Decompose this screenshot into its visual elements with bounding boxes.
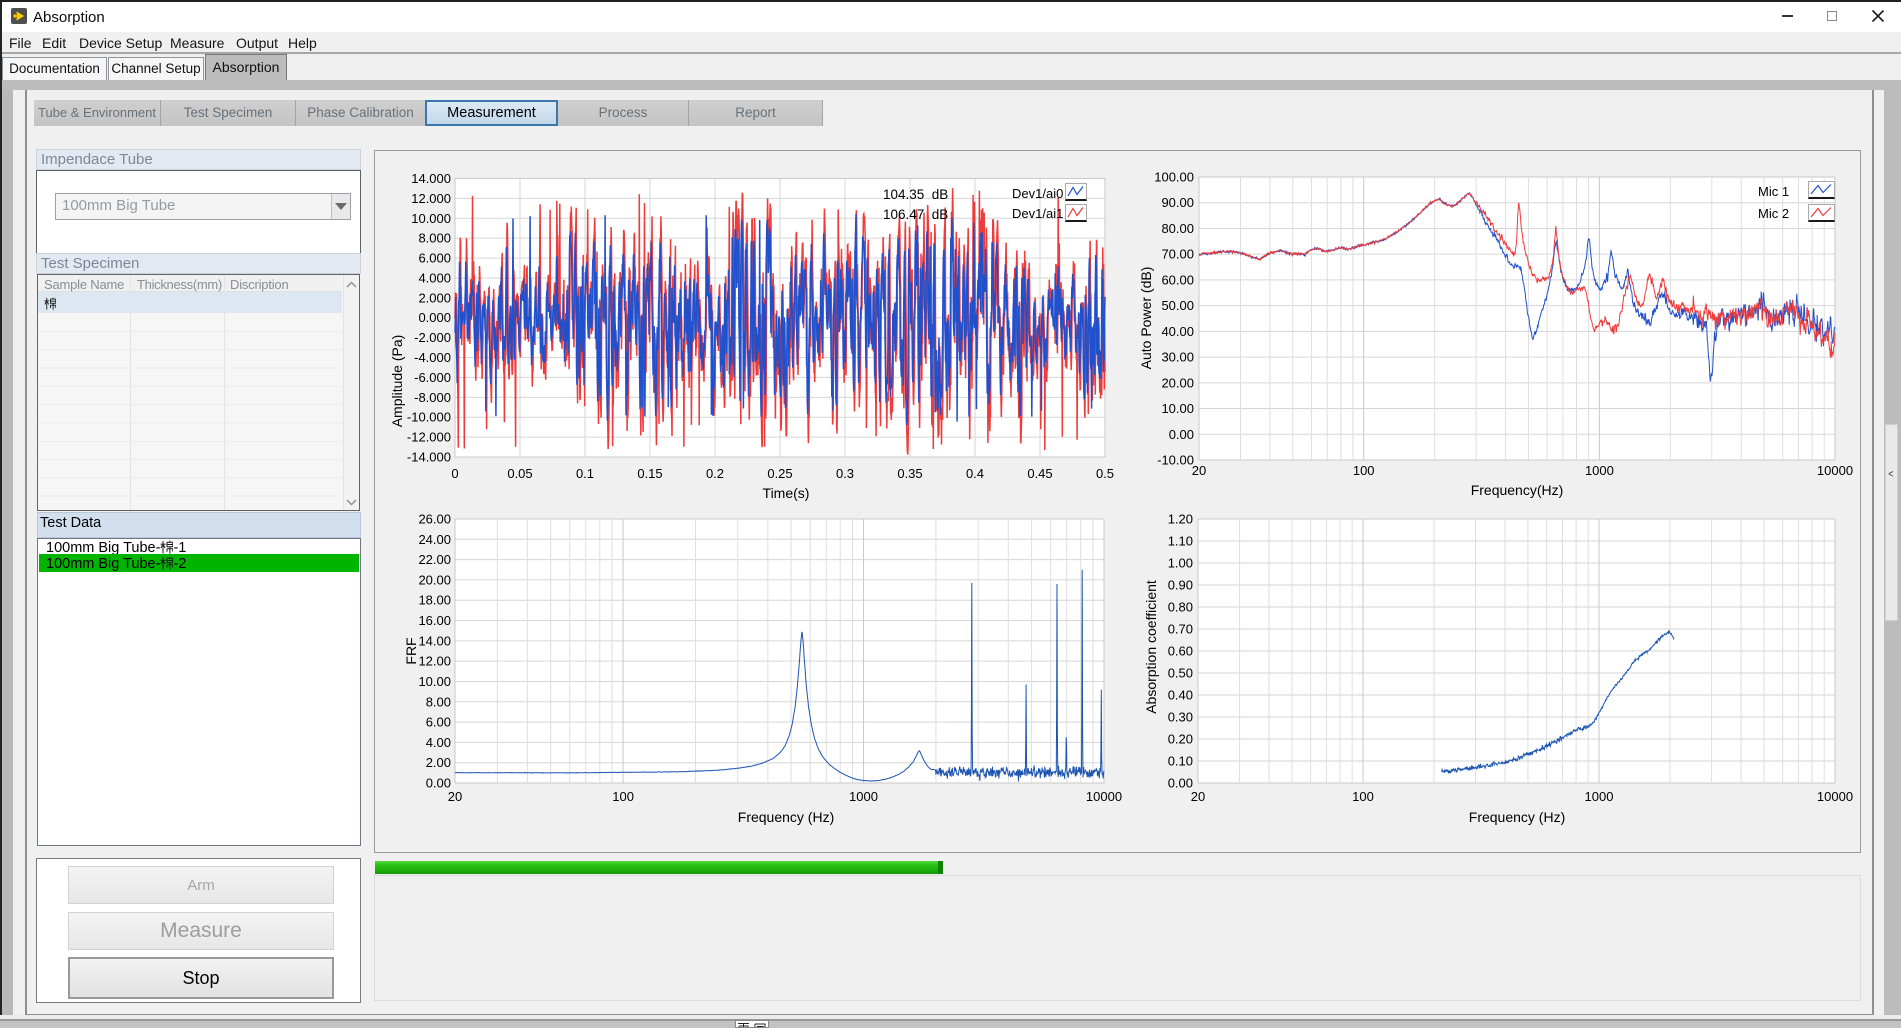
svg-text:0.25: 0.25 [767,466,792,481]
svg-text:100: 100 [1353,463,1375,478]
svg-text:10000: 10000 [1817,463,1853,478]
svg-text:Frequency (Hz): Frequency (Hz) [1469,809,1565,825]
svg-text:0.000: 0.000 [418,310,451,325]
svg-text:20.00: 20.00 [418,572,451,587]
svg-text:0.45: 0.45 [1027,466,1052,481]
svg-text:40.00: 40.00 [1161,324,1194,339]
svg-text:0.35: 0.35 [897,466,922,481]
svg-text:90.00: 90.00 [1161,195,1194,210]
svg-text:0.1: 0.1 [576,466,594,481]
svg-text:4.000: 4.000 [418,271,451,286]
svg-text:2.000: 2.000 [418,290,451,305]
svg-text:26.00: 26.00 [418,512,451,527]
svg-text:-10.00: -10.00 [1157,453,1194,468]
svg-text:10.00: 10.00 [418,674,451,689]
svg-text:22.00: 22.00 [418,552,451,567]
svg-text:1000: 1000 [1585,789,1614,804]
svg-text:0.2: 0.2 [706,466,724,481]
svg-text:0.20: 0.20 [1168,732,1193,747]
svg-text:10.000: 10.000 [411,211,451,226]
svg-text:10000: 10000 [1817,789,1853,804]
svg-text:24.00: 24.00 [418,532,451,547]
svg-text:Frequency(Hz): Frequency(Hz) [1471,482,1564,498]
svg-text:2.00: 2.00 [426,755,451,770]
svg-text:-4.000: -4.000 [414,350,451,365]
svg-text:6.000: 6.000 [418,251,451,266]
svg-text:0.40: 0.40 [1168,688,1193,703]
svg-text:Absorption coefficient: Absorption coefficient [1143,580,1159,714]
svg-text:Time(s): Time(s) [763,485,810,501]
svg-text:Frequency (Hz): Frequency (Hz) [738,809,834,825]
svg-text:12.00: 12.00 [418,654,451,669]
svg-text:0.50: 0.50 [1168,666,1193,681]
svg-text:16.00: 16.00 [418,613,451,628]
svg-text:100: 100 [1352,789,1374,804]
svg-text:-12.000: -12.000 [407,430,451,445]
svg-text:14.00: 14.00 [418,633,451,648]
svg-text:-6.000: -6.000 [414,370,451,385]
svg-text:1.20: 1.20 [1168,512,1193,527]
svg-text:20: 20 [1192,463,1206,478]
svg-text:0.60: 0.60 [1168,644,1193,659]
svg-text:-2.000: -2.000 [414,330,451,345]
svg-text:0.00: 0.00 [1169,427,1194,442]
svg-text:6.00: 6.00 [426,715,451,730]
svg-text:0.3: 0.3 [836,466,854,481]
svg-text:30.00: 30.00 [1161,350,1194,365]
svg-text:18.00: 18.00 [418,593,451,608]
svg-text:100: 100 [612,789,634,804]
svg-text:0.90: 0.90 [1168,578,1193,593]
svg-text:0.00: 0.00 [1168,776,1193,791]
svg-text:1.10: 1.10 [1168,534,1193,549]
svg-text:60.00: 60.00 [1161,272,1194,287]
svg-text:8.000: 8.000 [418,231,451,246]
svg-text:-10.000: -10.000 [407,410,451,425]
svg-text:-8.000: -8.000 [414,390,451,405]
svg-text:1000: 1000 [849,789,878,804]
svg-text:1000: 1000 [1585,463,1614,478]
svg-text:100.00: 100.00 [1154,170,1194,185]
svg-text:20.00: 20.00 [1161,375,1194,390]
svg-text:0.05: 0.05 [507,466,532,481]
svg-text:0.30: 0.30 [1168,710,1193,725]
svg-text:0.70: 0.70 [1168,622,1193,637]
svg-text:70.00: 70.00 [1161,247,1194,262]
svg-text:8.00: 8.00 [426,694,451,709]
svg-text:1.00: 1.00 [1168,556,1193,571]
svg-text:Amplitude (Pa): Amplitude (Pa) [389,335,405,428]
svg-text:0.15: 0.15 [637,466,662,481]
svg-text:0.10: 0.10 [1168,754,1193,769]
svg-text:FRF: FRF [403,637,419,664]
svg-text:0: 0 [451,466,458,481]
svg-text:-14.000: -14.000 [407,450,451,465]
svg-text:80.00: 80.00 [1161,221,1194,236]
svg-text:Auto Power (dB): Auto Power (dB) [1138,267,1154,370]
svg-text:0.80: 0.80 [1168,600,1193,615]
svg-text:20: 20 [1191,789,1205,804]
svg-text:14.000: 14.000 [411,171,451,186]
svg-text:50.00: 50.00 [1161,298,1194,313]
svg-text:20: 20 [448,789,462,804]
svg-text:12.000: 12.000 [411,191,451,206]
svg-text:10000: 10000 [1086,789,1122,804]
svg-text:10.00: 10.00 [1161,401,1194,416]
svg-text:0.4: 0.4 [966,466,984,481]
svg-text:0.5: 0.5 [1096,466,1114,481]
svg-text:4.00: 4.00 [426,735,451,750]
